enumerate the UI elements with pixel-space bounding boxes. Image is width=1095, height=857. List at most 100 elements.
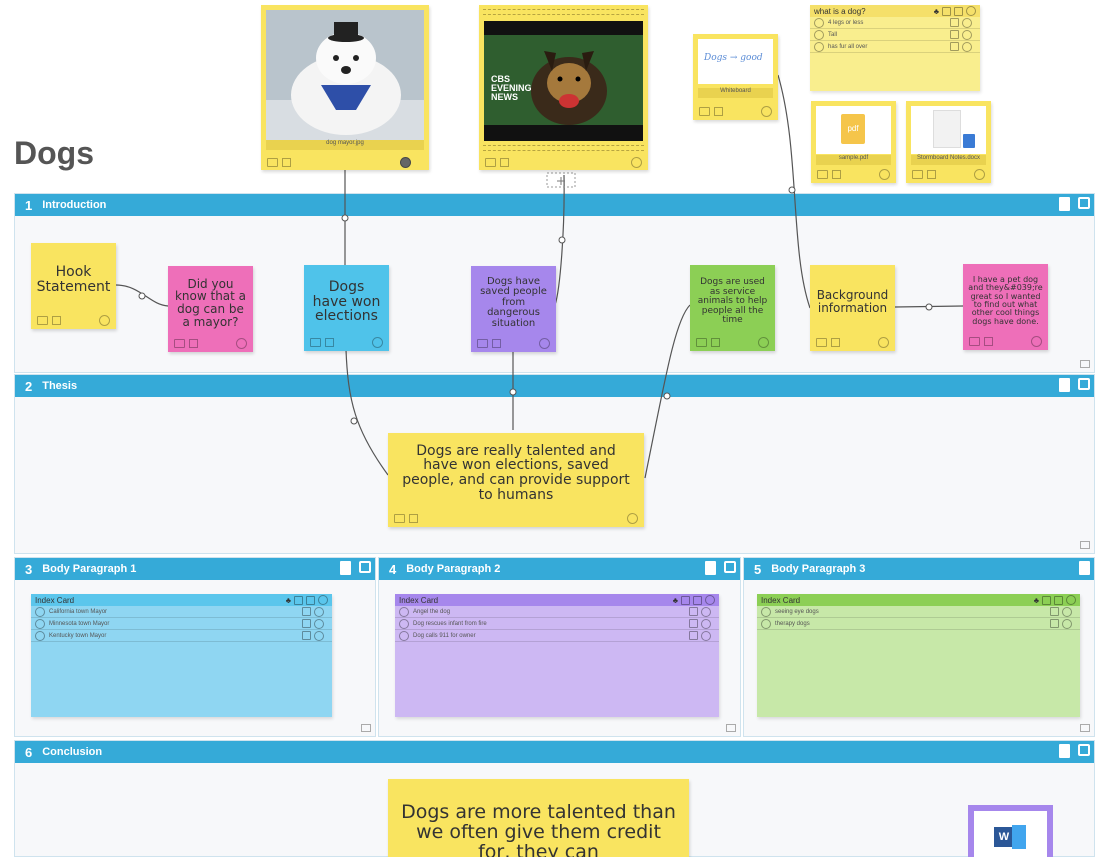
sticky-note[interactable]: Did you know that a dog can be a mayor? [168,266,253,352]
check-icon[interactable] [399,618,409,629]
sticky-note[interactable]: Background information [810,265,895,351]
whiteboard-card[interactable]: Dogs → good Whiteboard [693,34,778,120]
check-icon[interactable] [879,168,890,180]
info-icon[interactable] [1062,606,1072,617]
vote-icon[interactable] [409,513,418,523]
info-icon[interactable] [314,618,324,629]
vote-icon[interactable] [302,618,311,628]
check-icon[interactable] [758,336,769,348]
docx-card[interactable]: Stormboard Notes.docx [906,101,991,183]
comment-icon[interactable] [310,337,321,347]
vote-icon[interactable] [831,337,840,347]
info-icon[interactable] [962,17,972,28]
comment-icon[interactable] [294,595,303,605]
vote-icon[interactable] [1054,595,1063,605]
list-item[interactable]: seeing eye dogs [757,606,1080,618]
info-icon[interactable] [962,41,972,52]
comment-icon[interactable] [699,106,710,116]
vote-icon[interactable] [1050,606,1059,616]
comment-icon[interactable] [681,595,690,605]
tree-icon[interactable]: ♣ [286,596,291,605]
list-item[interactable]: therapy dogs [757,618,1080,630]
photo-card[interactable]: dog mayor.jpg [261,5,429,170]
tree-icon[interactable]: ♣ [934,7,939,16]
sticky-note[interactable]: Dogs have saved people from dangerous si… [471,266,556,352]
check-icon[interactable] [399,606,409,617]
list-item[interactable]: Kentucky town Mayor [31,630,332,642]
pdf-card[interactable]: pdf sample.pdf [811,101,896,183]
list-item[interactable]: California town Mayor [31,606,332,618]
what-is-a-dog-card[interactable]: what is a dog? ♣ 4 legs or less Tall has… [810,5,980,91]
vote-icon[interactable] [306,595,315,605]
video-card[interactable]: CBS EVENING NEWS [479,5,648,170]
sticky-note-conclusion[interactable]: Dogs are more talented than we often giv… [388,779,689,857]
list-item[interactable]: Dog calls 911 for owner [395,630,719,642]
info-icon[interactable] [701,630,711,641]
check-icon[interactable] [631,156,642,168]
sticky-note[interactable]: Dogs have won elections [304,265,389,351]
check-icon[interactable] [35,606,45,617]
comment-icon[interactable] [267,157,278,167]
sticky-note[interactable]: I have a pet dog and they&#039;re great … [963,264,1048,350]
check-icon[interactable] [761,618,771,629]
tree-icon[interactable]: ♣ [673,596,678,605]
check-icon[interactable] [761,606,771,617]
word-doc-card[interactable]: W [968,805,1053,857]
comment-icon[interactable] [912,169,923,179]
vote-icon[interactable] [984,336,993,346]
check-icon[interactable] [974,168,985,180]
comment-icon[interactable] [1042,595,1051,605]
video-frame[interactable]: CBS EVENING NEWS [484,21,643,141]
vote-icon[interactable] [302,606,311,616]
info-icon[interactable] [701,618,711,629]
vote-icon[interactable] [950,41,959,51]
vote-icon[interactable] [282,157,291,167]
vote-icon[interactable] [950,29,959,39]
vote-icon[interactable] [500,157,509,167]
comment-icon[interactable] [174,338,185,348]
check-icon[interactable] [99,314,110,326]
check-icon[interactable] [35,630,45,641]
check-icon[interactable] [627,512,638,524]
list-item[interactable]: Angel the dog [395,606,719,618]
tree-icon[interactable]: ♣ [1034,596,1039,605]
info-icon[interactable] [314,606,324,617]
comment-icon[interactable] [37,315,48,325]
index-card-3[interactable]: Index Card ♣ seeing eye dogs therapy dog… [757,594,1080,717]
list-item[interactable]: has fur all over [810,41,980,53]
comment-icon[interactable] [942,6,951,16]
index-card-2[interactable]: Index Card ♣ Angel the dog Dog rescues i… [395,594,719,717]
vote-icon[interactable] [711,337,720,347]
comment-icon[interactable] [477,338,488,348]
check-icon[interactable] [539,337,550,349]
info-icon[interactable] [962,29,972,40]
check-icon[interactable] [1066,595,1076,605]
list-item[interactable]: Tall [810,29,980,41]
comment-icon[interactable] [696,337,707,347]
vote-icon[interactable] [950,17,959,27]
check-icon[interactable] [761,105,772,117]
vote-icon[interactable] [1050,618,1059,628]
comment-icon[interactable] [816,337,827,347]
check-icon[interactable] [814,41,824,52]
vote-icon[interactable] [189,338,198,348]
comment-icon[interactable] [485,157,496,167]
vote-icon[interactable] [52,315,61,325]
check-icon[interactable] [705,595,715,605]
check-icon[interactable] [372,336,383,348]
check-icon[interactable] [35,618,45,629]
check-icon[interactable] [318,595,328,605]
sticky-note-thesis[interactable]: Dogs are really talented and have won el… [388,433,644,527]
check-icon[interactable] [878,336,889,348]
info-icon[interactable] [701,606,711,617]
vote-icon[interactable] [693,595,702,605]
list-item[interactable]: Minnesota town Mayor [31,618,332,630]
check-icon[interactable] [399,630,409,641]
check-icon[interactable] [236,337,247,349]
info-icon[interactable] [314,630,324,641]
info-icon[interactable] [1062,618,1072,629]
vote-icon[interactable] [714,106,723,116]
check-icon[interactable] [814,29,824,40]
sticky-note[interactable]: Dogs are used as service animals to help… [690,265,775,351]
comment-icon[interactable] [817,169,828,179]
